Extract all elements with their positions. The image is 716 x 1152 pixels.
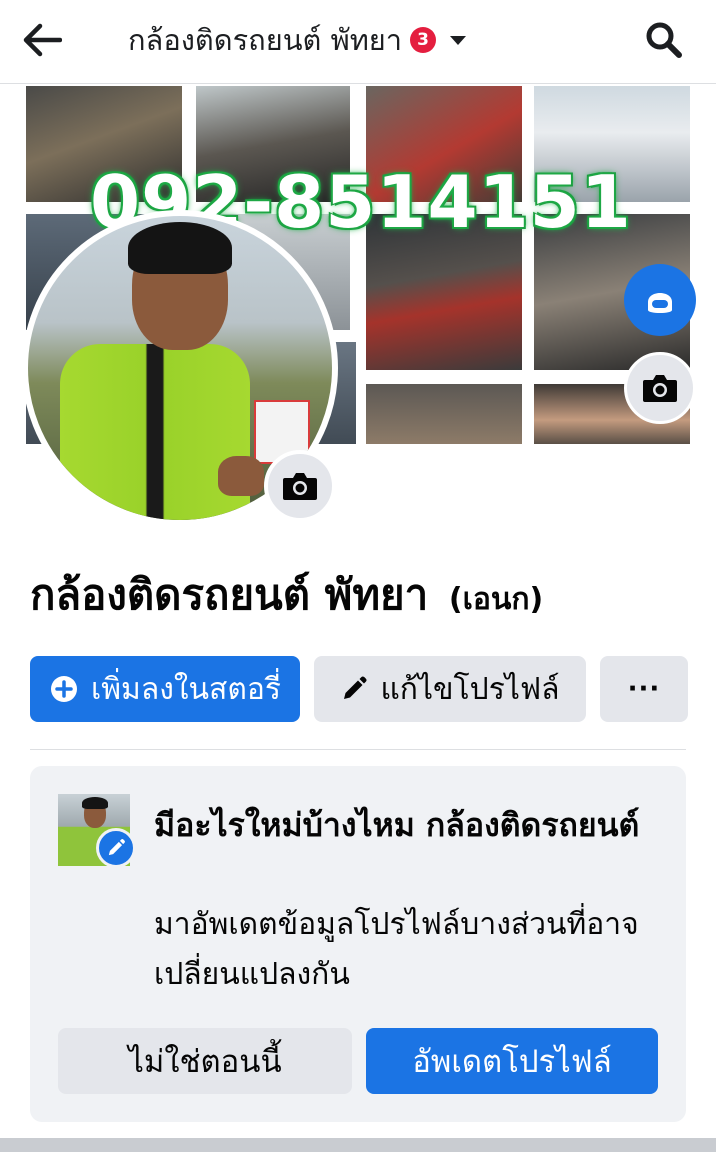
update-profile-card: มีอะไรใหม่บ้างไหม กล้องติดรถยนต์ มาอัพเด… xyxy=(30,766,686,1122)
chevron-down-icon xyxy=(450,35,467,45)
search-button[interactable] xyxy=(640,18,688,62)
pencil-icon xyxy=(340,675,368,703)
camera-icon xyxy=(283,473,317,500)
pencil-icon xyxy=(108,839,125,856)
card-description: มาอัพเดตข้อมูลโปรไฟล์บางส่วนที่อาจเปลี่ย… xyxy=(154,907,639,992)
add-to-story-button[interactable]: เพิ่มลงในสตอรี่ xyxy=(30,656,300,722)
thumbnail-hair xyxy=(82,797,108,809)
profile-name: กล้องติดรถยนต์ พัทยา (เอนก) xyxy=(30,562,543,628)
back-arrow-icon xyxy=(23,23,62,57)
notification-badge: 3 xyxy=(410,27,437,53)
add-to-story-label: เพิ่มลงในสตอรี่ xyxy=(91,671,281,707)
avatar-face-icon xyxy=(648,293,672,313)
camera-icon xyxy=(643,375,677,402)
edit-cover-button[interactable] xyxy=(624,352,696,424)
profile-name-text: กล้องติดรถยนต์ พัทยา xyxy=(30,570,429,619)
more-options-button[interactable]: ··· xyxy=(600,656,688,722)
edit-profile-label: แก้ไขโปรไฟล์ xyxy=(380,671,560,707)
search-icon xyxy=(646,22,682,58)
profile-picture-hair xyxy=(128,222,232,274)
thumbs-up-hand xyxy=(218,456,264,496)
edit-profile-picture-button[interactable] xyxy=(264,450,336,522)
edit-profile-button[interactable]: แก้ไขโปรไฟล์ xyxy=(314,656,586,722)
card-title: มีอะไรใหม่บ้างไหม กล้องติดรถยนต์ xyxy=(154,806,640,844)
more-options-icon: ··· xyxy=(627,674,661,704)
back-button[interactable] xyxy=(20,20,64,60)
plus-circle-icon xyxy=(49,674,79,704)
cover-collage-tile xyxy=(366,384,522,444)
page-title: กล้องติดรถยนต์ พัทยา xyxy=(128,23,403,57)
not-now-button[interactable]: ไม่ใช่ตอนนี้ xyxy=(58,1028,352,1094)
section-separator xyxy=(0,1138,716,1152)
not-now-label: ไม่ใช่ตอนนี้ xyxy=(128,1044,282,1080)
update-profile-label: อัพเดตโปรไฟล์ xyxy=(412,1044,612,1080)
page-switcher[interactable]: กล้องติดรถยนต์ พัทยา 3 xyxy=(128,18,467,62)
profile-picture-figure xyxy=(60,344,250,520)
avatar-button[interactable] xyxy=(624,264,696,336)
profile-alternate-name: (เอนก) xyxy=(448,582,544,617)
edit-badge xyxy=(96,828,136,868)
update-profile-button[interactable]: อัพเดตโปรไฟล์ xyxy=(366,1028,658,1094)
section-divider xyxy=(30,749,686,750)
top-bar: กล้องติดรถยนต์ พัทยา 3 xyxy=(0,0,716,84)
